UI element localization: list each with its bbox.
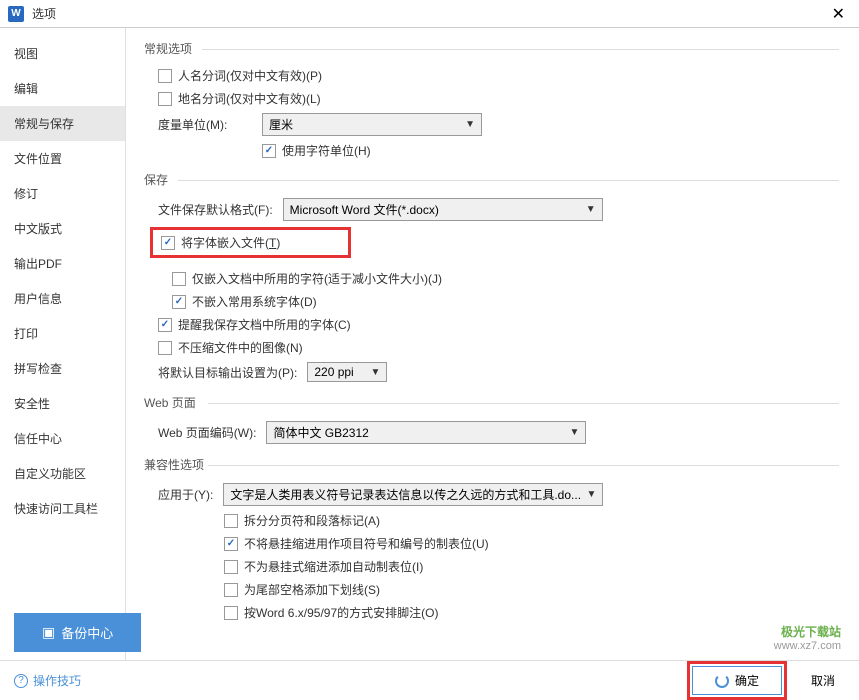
close-icon[interactable]: ✕ — [826, 2, 851, 26]
backup-label: 备份中心 — [61, 623, 113, 642]
label-embed-used-only: 仅嵌入文档中所用的字符(适于减小文件大小)(J) — [192, 270, 442, 287]
label-no-embed-system: 不嵌入常用系统字体(D) — [192, 293, 317, 310]
dropdown-unit[interactable]: 厘米 ▼ — [262, 113, 482, 136]
checkbox-no-compress-images[interactable] — [158, 341, 172, 355]
label-no-hanging-tab: 不为悬挂式缩进添加自动制表位(I) — [244, 558, 423, 575]
caret-down-icon: ▼ — [570, 427, 580, 438]
checkbox-no-hanging-tab[interactable] — [224, 560, 238, 574]
label-default-format: 文件保存默认格式(F): — [158, 201, 273, 218]
dropdown-default-target-value: 220 ppi — [314, 365, 353, 379]
checkbox-embed-fonts[interactable] — [161, 236, 175, 250]
sidebar-item-spellcheck[interactable]: 拼写检查 — [0, 351, 125, 386]
sidebar-item-file-location[interactable]: 文件位置 — [0, 141, 125, 176]
caret-down-icon: ▼ — [586, 204, 596, 215]
section-compat: 兼容性选项 应用于(Y): 文字是人类用表义符号记录表达信息以传之久远的方式和工… — [144, 456, 839, 621]
checkbox-person-names[interactable] — [158, 69, 172, 83]
highlight-embed-fonts: 将字体嵌入文件(T) — [150, 227, 351, 258]
cancel-button[interactable]: 取消 — [801, 667, 845, 694]
sidebar-item-user-info[interactable]: 用户信息 — [0, 281, 125, 316]
dropdown-default-target[interactable]: 220 ppi ▼ — [307, 362, 387, 382]
sidebar-item-trust-center[interactable]: 信任中心 — [0, 421, 125, 456]
sidebar-item-output-pdf[interactable]: 输出PDF — [0, 246, 125, 281]
label-embed-fonts: 将字体嵌入文件(T) — [181, 234, 280, 251]
dropdown-apply-to[interactable]: 文字是人类用表义符号记录表达信息以传之久远的方式和工具.do... ▼ — [223, 483, 603, 506]
dropdown-web-encoding-value: 简体中文 GB2312 — [273, 424, 368, 441]
label-underline-trailing: 为尾部空格添加下划线(S) — [244, 581, 380, 598]
highlight-ok: 确定 — [687, 661, 787, 700]
window-title: 选项 — [32, 5, 56, 22]
label-person-names: 人名分词(仅对中文有效)(P) — [178, 67, 322, 84]
label-web-encoding: Web 页面编码(W): — [158, 424, 256, 441]
section-title-web: Web 页面 — [144, 394, 839, 411]
checkbox-no-hanging-indent[interactable] — [224, 537, 238, 551]
ok-label: 确定 — [735, 672, 759, 689]
main-container: 视图 编辑 常规与保存 文件位置 修订 中文版式 输出PDF 用户信息 打印 拼… — [0, 28, 859, 660]
sidebar-item-view[interactable]: 视图 — [0, 36, 125, 71]
sidebar-item-security[interactable]: 安全性 — [0, 386, 125, 421]
section-title-compat: 兼容性选项 — [144, 456, 839, 473]
checkbox-word6-footnote[interactable] — [224, 606, 238, 620]
section-title-save: 保存 — [144, 171, 839, 188]
label-unit: 度量单位(M): — [158, 116, 252, 133]
sidebar-item-quick-access[interactable]: 快速访问工具栏 — [0, 491, 125, 526]
tips-link[interactable]: ? 操作技巧 — [14, 672, 81, 689]
sidebar: 视图 编辑 常规与保存 文件位置 修订 中文版式 输出PDF 用户信息 打印 拼… — [0, 28, 126, 660]
label-remind-fonts: 提醒我保存文档中所用的字体(C) — [178, 316, 351, 333]
caret-down-icon: ▼ — [465, 119, 475, 130]
label-char-unit: 使用字符单位(H) — [282, 142, 371, 159]
backup-center-button[interactable]: ▣ 备份中心 — [14, 613, 141, 652]
label-apply-to: 应用于(Y): — [158, 486, 213, 503]
section-save: 保存 文件保存默认格式(F): Microsoft Word 文件(*.docx… — [144, 171, 839, 382]
label-word6-footnote: 按Word 6.x/95/97的方式安排脚注(O) — [244, 604, 439, 621]
tips-label: 操作技巧 — [33, 672, 81, 689]
checkbox-char-unit[interactable] — [262, 144, 276, 158]
title-bar: W 选项 ✕ — [0, 0, 859, 28]
spinner-icon — [715, 674, 729, 688]
sidebar-item-general-save[interactable]: 常规与保存 — [0, 106, 125, 141]
checkbox-split-page[interactable] — [224, 514, 238, 528]
caret-down-icon: ▼ — [370, 367, 380, 378]
app-icon: W — [8, 6, 24, 22]
backup-icon: ▣ — [42, 624, 55, 641]
dropdown-default-format-value: Microsoft Word 文件(*.docx) — [290, 201, 439, 218]
checkbox-remind-fonts[interactable] — [158, 318, 172, 332]
dropdown-apply-to-value: 文字是人类用表义符号记录表达信息以传之久远的方式和工具.do... — [230, 486, 581, 503]
dropdown-unit-value: 厘米 — [269, 116, 293, 133]
label-no-hanging-indent: 不将悬挂缩进用作项目符号和编号的制表位(U) — [244, 535, 489, 552]
checkbox-embed-used-only[interactable] — [172, 272, 186, 286]
caret-down-icon: ▼ — [586, 489, 596, 500]
section-web: Web 页面 Web 页面编码(W): 简体中文 GB2312 ▼ — [144, 394, 839, 444]
sidebar-item-print[interactable]: 打印 — [0, 316, 125, 351]
label-split-page: 拆分分页符和段落标记(A) — [244, 512, 380, 529]
label-default-target: 将默认目标输出设置为(P): — [158, 364, 297, 381]
label-no-compress-images: 不压缩文件中的图像(N) — [178, 339, 303, 356]
section-title-general: 常规选项 — [144, 40, 839, 57]
help-icon: ? — [14, 674, 28, 688]
checkbox-no-embed-system[interactable] — [172, 295, 186, 309]
dropdown-default-format[interactable]: Microsoft Word 文件(*.docx) ▼ — [283, 198, 603, 221]
dropdown-web-encoding[interactable]: 简体中文 GB2312 ▼ — [266, 421, 586, 444]
section-general: 常规选项 人名分词(仅对中文有效)(P) 地名分词(仅对中文有效)(L) 度量单… — [144, 40, 839, 159]
sidebar-item-edit[interactable]: 编辑 — [0, 71, 125, 106]
footer: ? 操作技巧 确定 取消 — [0, 660, 859, 700]
button-group: 确定 取消 — [687, 661, 845, 700]
checkbox-place-names[interactable] — [158, 92, 172, 106]
ok-button[interactable]: 确定 — [692, 666, 782, 695]
checkbox-underline-trailing[interactable] — [224, 583, 238, 597]
sidebar-item-revision[interactable]: 修订 — [0, 176, 125, 211]
label-place-names: 地名分词(仅对中文有效)(L) — [178, 90, 321, 107]
sidebar-item-custom-ribbon[interactable]: 自定义功能区 — [0, 456, 125, 491]
sidebar-item-chinese-layout[interactable]: 中文版式 — [0, 211, 125, 246]
content-pane: 常规选项 人名分词(仅对中文有效)(P) 地名分词(仅对中文有效)(L) 度量单… — [126, 28, 859, 660]
